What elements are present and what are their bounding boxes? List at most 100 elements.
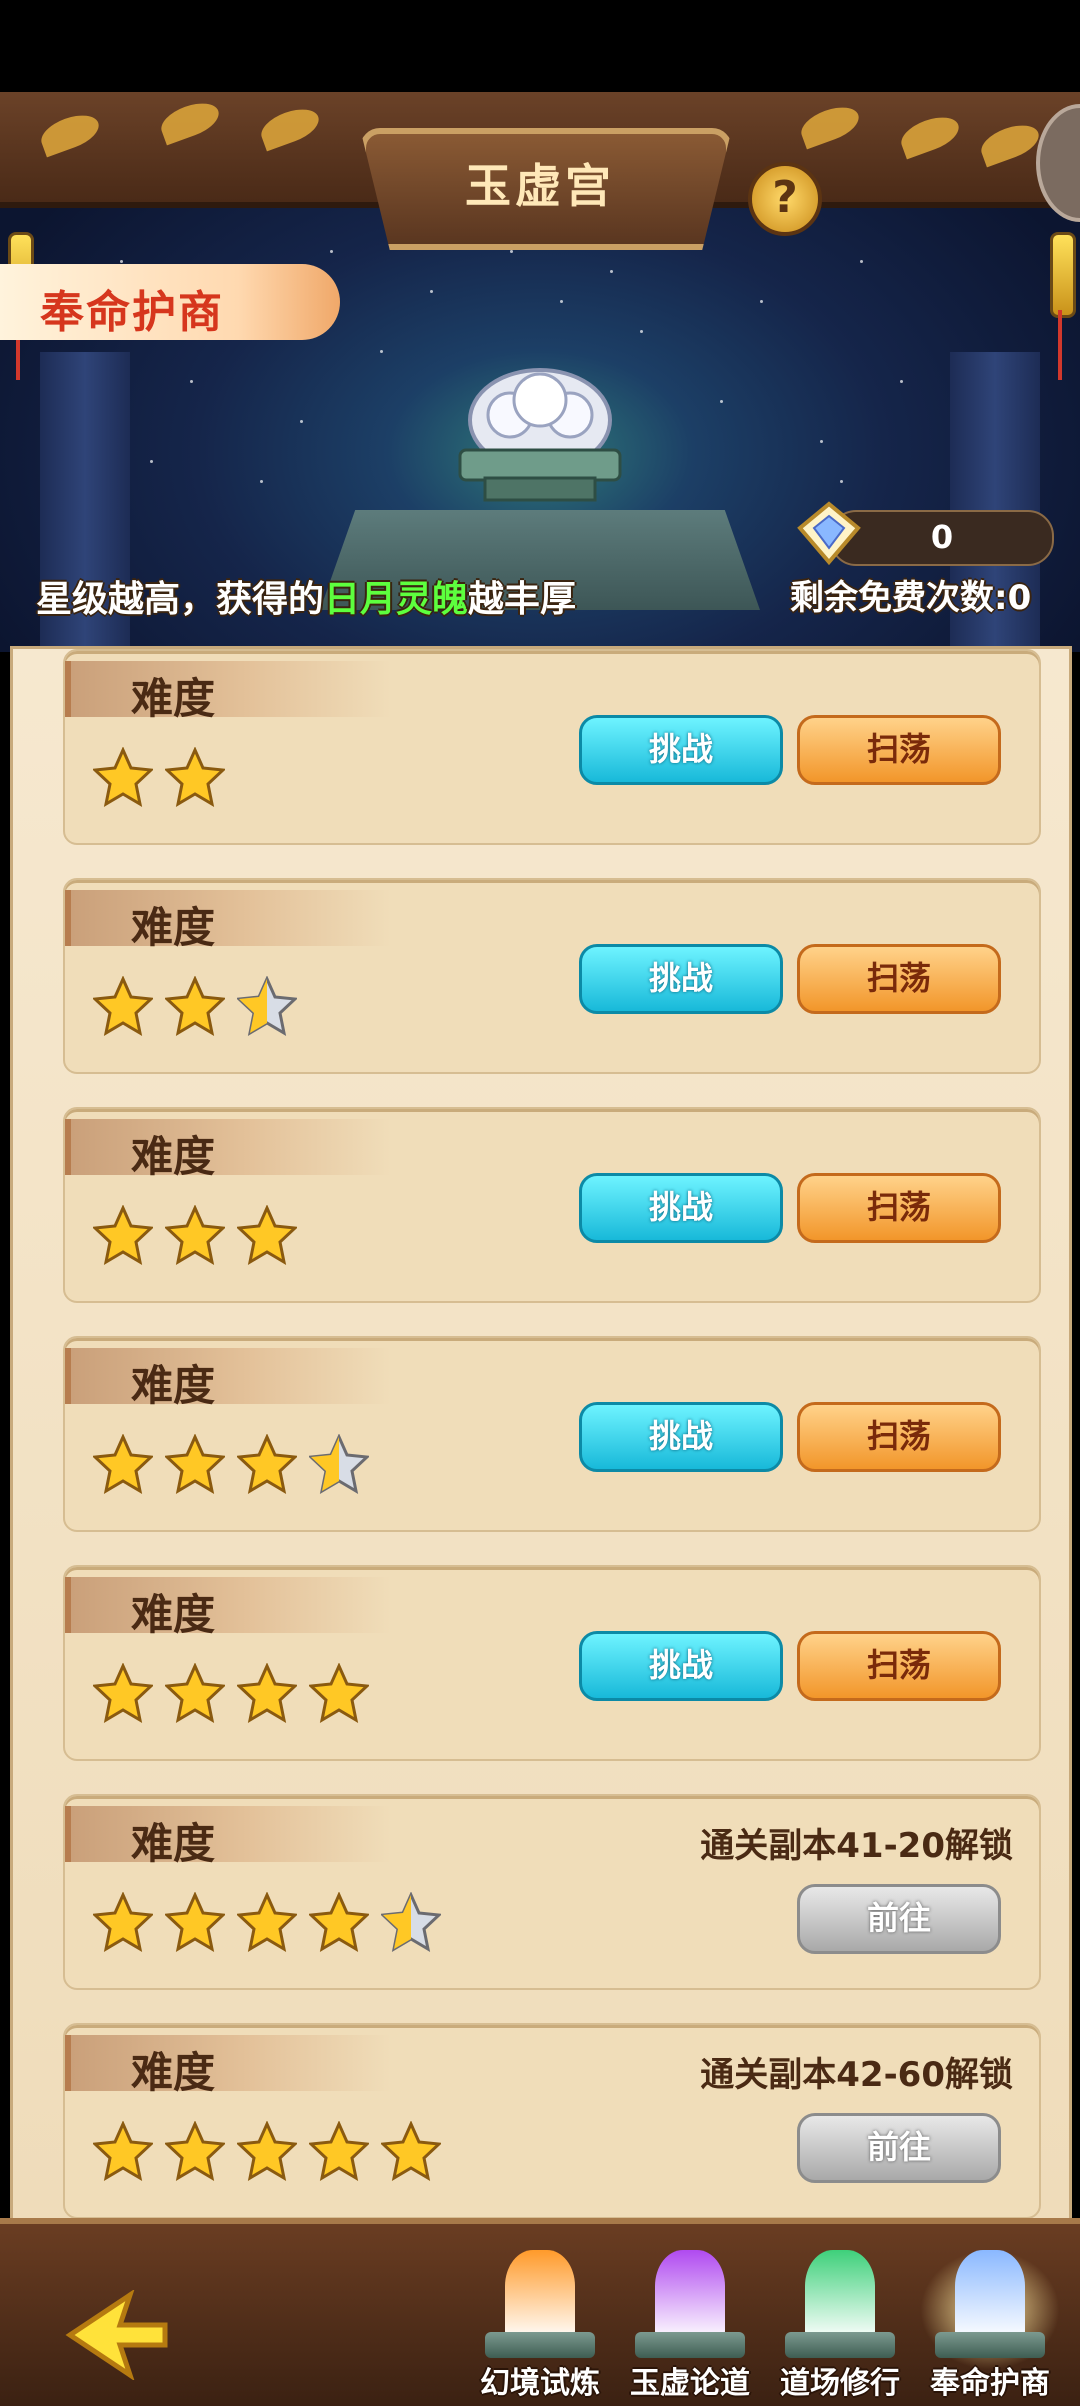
go-button[interactable]: 前往 <box>797 1884 1001 1954</box>
reward-hint: 星级越高，获得的日月灵魄越丰厚 <box>36 570 576 622</box>
help-button[interactable]: ? <box>748 162 822 236</box>
star-icon <box>91 1204 155 1265</box>
difficulty-card: 难度 通关副本41-20解锁前往 <box>63 1794 1041 1990</box>
difficulty-label-text: 难度 <box>131 674 216 723</box>
nav-base <box>785 2332 895 2358</box>
nav-label: 玉虚论道 <box>630 2366 750 2401</box>
star-rating <box>91 1204 309 1275</box>
star-icon <box>379 2120 443 2181</box>
difficulty-label-text: 难度 <box>131 1361 216 1410</box>
mode-tag: 奉命护商 <box>0 264 340 340</box>
difficulty-card: 难度挑战 扫荡 <box>63 1336 1041 1532</box>
nav-item[interactable]: 道场修行 <box>770 2250 910 2401</box>
difficulty-label: 难度 <box>65 890 391 952</box>
sky-star <box>840 480 843 483</box>
star-icon <box>163 1433 227 1494</box>
sky-star <box>720 400 723 403</box>
hint-prefix: 星级越高，获得的 <box>36 579 325 620</box>
star-icon <box>235 2120 299 2181</box>
star-rating <box>91 2120 453 2191</box>
star-icon <box>91 1662 155 1723</box>
sweep-button[interactable]: 扫荡 <box>797 1402 1001 1472</box>
nav-label: 幻境试炼 <box>480 2366 600 2401</box>
orange-crystal-icon <box>505 2250 575 2340</box>
star-icon <box>91 975 155 1036</box>
sky-star <box>560 300 563 303</box>
star-icon <box>163 1891 227 1952</box>
sweep-button[interactable]: 扫荡 <box>797 1173 1001 1243</box>
difficulty-label: 难度 <box>65 2035 391 2097</box>
back-arrow-icon[interactable] <box>60 2290 170 2380</box>
lantern-icon <box>1050 232 1076 318</box>
challenge-button[interactable]: 挑战 <box>579 944 783 1014</box>
star-icon <box>235 1662 299 1723</box>
challenge-button[interactable]: 挑战 <box>579 1631 783 1701</box>
cauldron-icon <box>458 368 622 502</box>
purple-crystal-icon <box>655 2250 725 2340</box>
ticket-counter: 0 <box>830 510 1054 566</box>
difficulty-label: 难度 <box>65 1348 391 1410</box>
nav-base <box>935 2332 1045 2358</box>
difficulty-panel: 难度 挑战 扫荡 难度 挑战 扫荡 难度 挑战 扫荡 难度 挑战 扫荡 难度 挑战 扫荡 难度 通关副本41-2… <box>10 646 1072 2224</box>
star-icon <box>307 1662 371 1723</box>
difficulty-label: 难度 <box>65 661 391 723</box>
sky-star <box>610 270 613 273</box>
difficulty-label-text: 难度 <box>131 2048 216 2097</box>
sky-star <box>120 260 123 263</box>
sky-star <box>860 260 863 263</box>
status-bar <box>0 0 1080 92</box>
challenge-button[interactable]: 挑战 <box>579 1173 783 1243</box>
hint-suffix: 越丰厚 <box>468 579 577 620</box>
star-rating <box>91 975 309 1046</box>
challenge-button[interactable]: 挑战 <box>579 1402 783 1472</box>
nav-item[interactable]: 奉命护商 <box>920 2250 1060 2401</box>
nav-base <box>485 2332 595 2358</box>
sky-star <box>260 480 263 483</box>
star-icon <box>235 1204 299 1265</box>
sky-star <box>900 380 903 383</box>
sky-star <box>330 250 333 253</box>
star-icon <box>91 746 155 807</box>
nav-item[interactable]: 玉虚论道 <box>620 2250 760 2401</box>
star-icon <box>307 2120 371 2181</box>
sky-star <box>760 300 763 303</box>
unlock-requirement: 通关副本42-60解锁 <box>700 2055 1013 2095</box>
ticket-icon <box>797 501 861 566</box>
star-icon <box>163 1204 227 1265</box>
half-star-icon <box>379 1891 443 1952</box>
sweep-button[interactable]: 扫荡 <box>797 715 1001 785</box>
sky-star <box>640 330 643 333</box>
star-icon <box>163 975 227 1036</box>
mode-tag-label: 奉命护商 <box>40 287 224 338</box>
difficulty-label: 难度 <box>65 1577 391 1639</box>
difficulty-label: 难度 <box>65 1119 391 1181</box>
nav-label: 奉命护商 <box>930 2366 1050 2401</box>
lantern-cord <box>1058 310 1062 380</box>
remaining-free-count: 剩余免费次数:0 <box>790 578 1032 618</box>
difficulty-card: 难度 通关副本42-60解锁前往 <box>63 2023 1041 2219</box>
star-rating <box>91 746 237 817</box>
go-button[interactable]: 前往 <box>797 2113 1001 2183</box>
sky-star <box>300 420 303 423</box>
sky-star <box>430 290 433 293</box>
difficulty-label-text: 难度 <box>131 1819 216 1868</box>
sweep-button[interactable]: 扫荡 <box>797 1631 1001 1701</box>
star-icon <box>235 1433 299 1494</box>
star-icon <box>235 1891 299 1952</box>
sky-star <box>820 440 823 443</box>
nav-item[interactable]: 幻境试炼 <box>470 2250 610 2401</box>
star-icon <box>163 746 227 807</box>
difficulty-card: 难度挑战 扫荡 <box>63 1107 1041 1303</box>
difficulty-card: 难度挑战 扫荡 <box>63 649 1041 845</box>
challenge-button[interactable]: 挑战 <box>579 715 783 785</box>
star-icon <box>91 1891 155 1952</box>
sky-star <box>190 380 193 383</box>
nav-base <box>635 2332 745 2358</box>
page-title: 玉虚宫 <box>465 159 615 213</box>
sky-star <box>150 460 153 463</box>
sky-star <box>510 250 513 253</box>
sweep-button[interactable]: 扫荡 <box>797 944 1001 1014</box>
unlock-requirement: 通关副本41-20解锁 <box>700 1826 1013 1866</box>
star-icon <box>91 1433 155 1494</box>
ticket-count: 0 <box>930 518 954 556</box>
